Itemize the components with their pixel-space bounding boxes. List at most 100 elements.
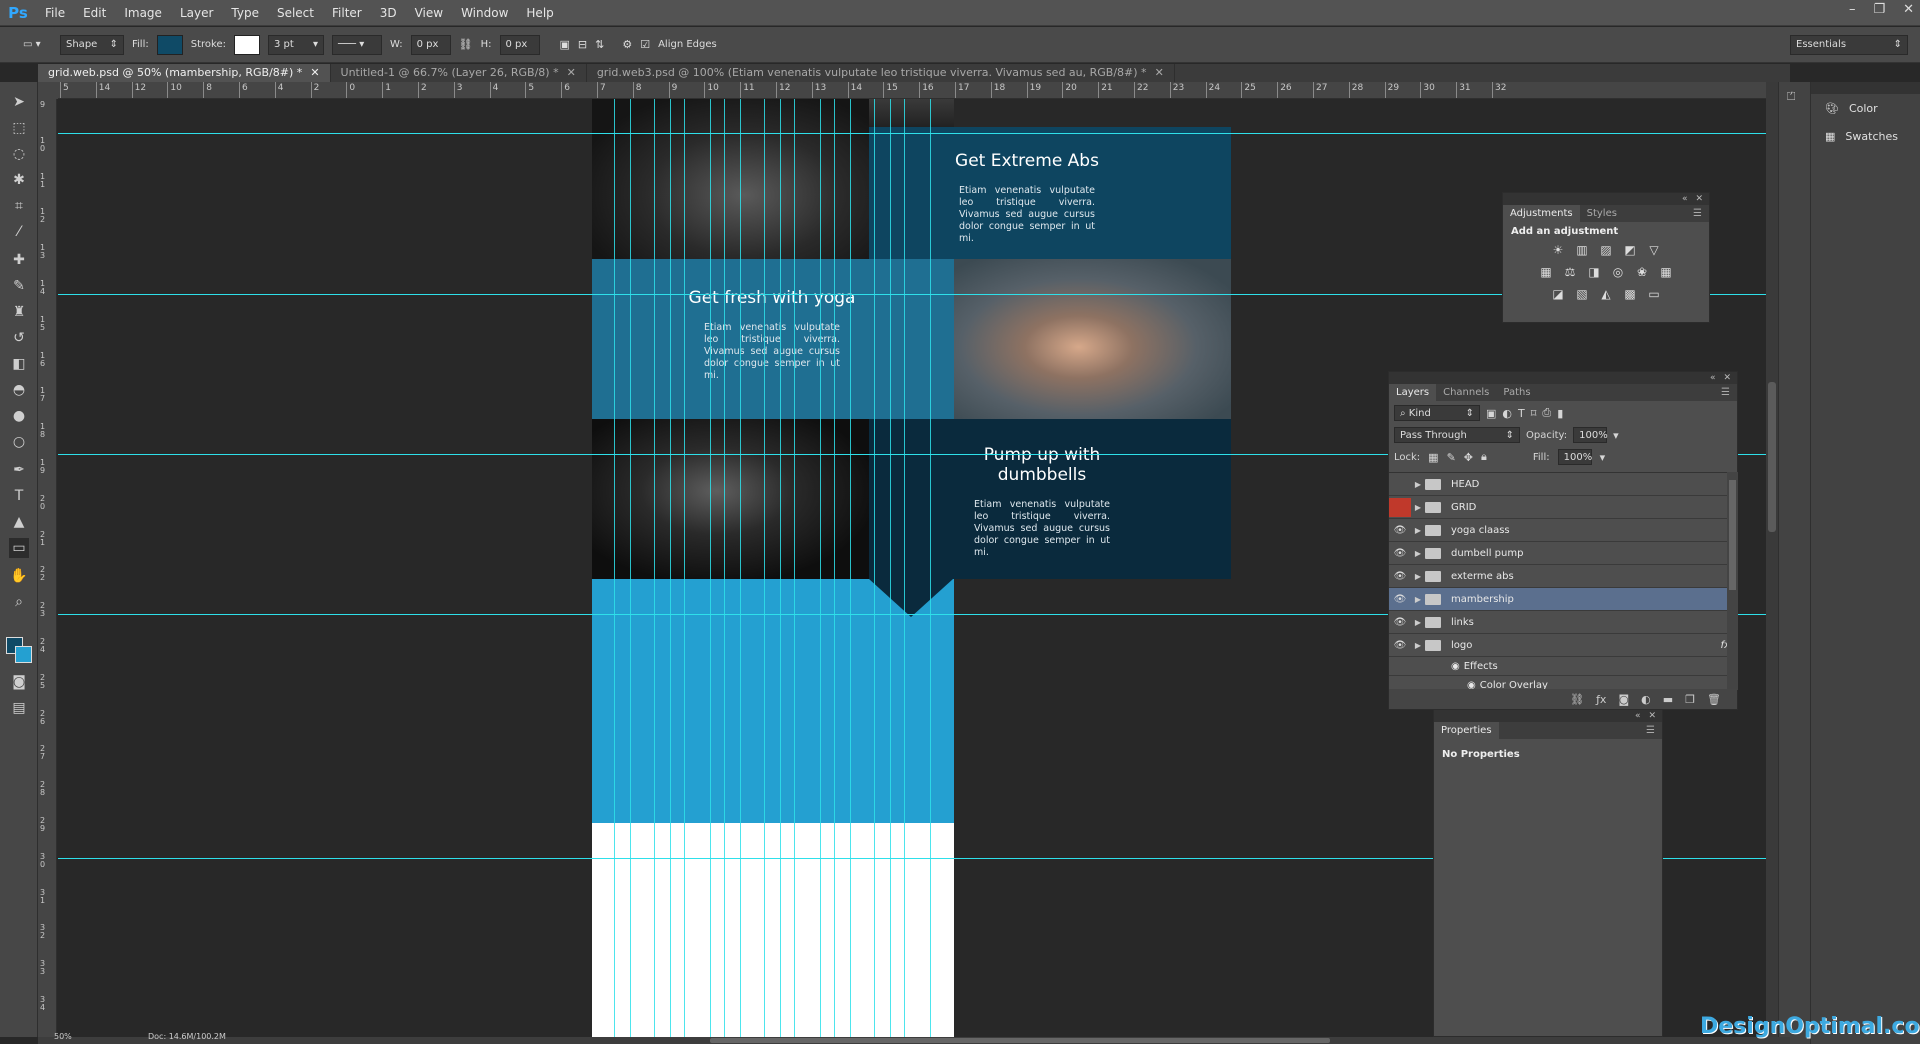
expand-arrow-icon[interactable]: ▶: [1411, 549, 1425, 558]
collapse-icon[interactable]: «: [1635, 710, 1641, 722]
expand-arrow-icon[interactable]: ▶: [1411, 503, 1425, 512]
visibility-toggle-icon[interactable]: 👁︎: [1389, 617, 1411, 628]
layer-row[interactable]: ◉ Effects: [1389, 657, 1727, 676]
layer-row[interactable]: ◉ Color Overlay: [1389, 676, 1727, 691]
hue-saturation-icon[interactable]: ▦: [1538, 265, 1554, 279]
gradient-map-icon[interactable]: ▭: [1646, 287, 1662, 301]
color-lookup-icon[interactable]: ▦: [1658, 265, 1674, 279]
path-selection-tool-icon[interactable]: ▲: [9, 512, 29, 532]
new-group-icon[interactable]: ▬: [1663, 693, 1673, 706]
menu-window[interactable]: Window: [452, 6, 517, 20]
tab-grid-web3[interactable]: grid.web3.psd @ 100% (Etiam venenatis vu…: [587, 64, 1175, 82]
selective-color-icon[interactable]: ▩: [1622, 287, 1638, 301]
height-field[interactable]: 0 px: [499, 34, 540, 55]
marquee-tool-icon[interactable]: ⬚: [9, 118, 29, 138]
filter-kind-select[interactable]: ⌕ Kind ⇕: [1394, 405, 1480, 421]
expand-arrow-icon[interactable]: ▶: [1411, 595, 1425, 604]
healing-brush-tool-icon[interactable]: ✚: [9, 250, 29, 270]
pixel-filter-icon[interactable]: ▣: [1486, 407, 1496, 420]
layer-row[interactable]: ▶ HEAD: [1389, 473, 1727, 496]
magic-wand-tool-icon[interactable]: ✱: [9, 170, 29, 190]
black-white-icon[interactable]: ◨: [1586, 265, 1602, 279]
new-adjustment-icon[interactable]: ◐: [1641, 693, 1651, 706]
tab-paths[interactable]: Paths: [1496, 384, 1537, 401]
fill-dropdown-icon[interactable]: ▾: [1600, 451, 1606, 464]
stroke-swatch[interactable]: [233, 34, 260, 55]
link-layers-icon[interactable]: ⛓: [1570, 693, 1584, 706]
minimize-button[interactable]: –: [1849, 2, 1856, 17]
expand-arrow-icon[interactable]: ▶: [1411, 526, 1425, 535]
hand-tool-icon[interactable]: ✋: [9, 566, 29, 586]
shape-filter-icon[interactable]: ⌑: [1531, 407, 1537, 420]
close-icon[interactable]: ✕: [1648, 710, 1656, 722]
menu-filter[interactable]: Filter: [323, 6, 371, 20]
lock-all-icon[interactable]: 🔒︎: [1481, 450, 1487, 464]
eraser-tool-icon[interactable]: ◧: [9, 354, 29, 374]
scrollbar-thumb[interactable]: [1768, 382, 1776, 532]
path-operations-icon[interactable]: ▣: [560, 38, 570, 51]
zoom-level[interactable]: 50%: [54, 1032, 72, 1041]
document-canvas[interactable]: Get Extreme Abs Etiam venenatis vulputat…: [592, 99, 1231, 1037]
close-icon[interactable]: ✕: [310, 66, 319, 79]
layer-row[interactable]: 👁︎ ▶ exterme abs: [1389, 565, 1727, 588]
screen-mode-icon[interactable]: ▤: [9, 698, 29, 718]
layer-row[interactable]: 👁︎ ▶ mambership: [1389, 588, 1727, 611]
color-balance-icon[interactable]: ⚖: [1562, 265, 1578, 279]
tool-mode-select[interactable]: Shape ⇕: [60, 34, 124, 55]
menu-edit[interactable]: Edit: [74, 6, 115, 20]
panel-menu-icon[interactable]: ☰: [1639, 722, 1662, 739]
filter-toggle-icon[interactable]: ▮: [1557, 407, 1563, 420]
add-mask-icon[interactable]: ◙: [1618, 693, 1629, 706]
menu-help[interactable]: Help: [517, 6, 562, 20]
layer-row[interactable]: 👁︎ ▶ links: [1389, 611, 1727, 634]
type-tool-icon[interactable]: T: [9, 486, 29, 506]
fill-swatch[interactable]: [156, 34, 183, 55]
lasso-tool-icon[interactable]: ◌: [9, 144, 29, 164]
effect-visibility-icon[interactable]: ◉: [1451, 661, 1460, 672]
close-button[interactable]: ✕: [1903, 2, 1914, 17]
visibility-toggle-icon[interactable]: 👁︎: [1389, 594, 1411, 605]
menu-type[interactable]: Type: [222, 6, 268, 20]
lock-pixels-icon[interactable]: ✎: [1447, 451, 1456, 464]
dodge-tool-icon[interactable]: ○: [9, 432, 29, 452]
workspace-select[interactable]: Essentials ⇕: [1790, 34, 1908, 55]
collapse-icon[interactable]: «: [1682, 193, 1688, 205]
restore-button[interactable]: ❐: [1873, 2, 1885, 17]
close-icon[interactable]: ✕: [567, 66, 576, 79]
channel-mixer-icon[interactable]: ❀: [1634, 265, 1650, 279]
tab-untitled-1[interactable]: Untitled-1 @ 66.7% (Layer 26, RGB/8) * ✕: [331, 64, 587, 82]
panel-menu-icon[interactable]: ☰: [1686, 205, 1709, 222]
background-color-swatch[interactable]: [15, 646, 32, 663]
menu-select[interactable]: Select: [268, 6, 323, 20]
clone-stamp-tool-icon[interactable]: ♜: [9, 302, 29, 322]
close-icon[interactable]: ✕: [1695, 193, 1703, 205]
pen-tool-icon[interactable]: ✒: [9, 460, 29, 480]
eyedropper-tool-icon[interactable]: ⁄: [9, 222, 29, 242]
align-edges-checkbox[interactable]: ☑: [640, 38, 650, 51]
menu-3d[interactable]: 3D: [371, 6, 406, 20]
path-arrangement-icon[interactable]: ⇅: [595, 38, 604, 51]
tab-grid-web[interactable]: grid.web.psd @ 50% (mambership, RGB/8#) …: [38, 64, 331, 82]
stroke-width-field[interactable]: 3 pt ▾: [267, 34, 324, 55]
blur-tool-icon[interactable]: ●: [9, 406, 29, 426]
visibility-toggle-icon[interactable]: 👁︎: [1389, 548, 1411, 559]
exposure-icon[interactable]: ◩: [1622, 243, 1638, 257]
rectangle-tool-icon[interactable]: ▭: [9, 538, 29, 558]
expand-arrow-icon[interactable]: ▶: [1411, 572, 1425, 581]
visibility-toggle-icon[interactable]: 👁︎: [1389, 571, 1411, 582]
crop-tool-icon[interactable]: ⌗: [9, 196, 29, 216]
menu-image[interactable]: Image: [115, 6, 171, 20]
quick-mask-icon[interactable]: ◙: [9, 672, 29, 692]
photo-filter-icon[interactable]: ◎: [1610, 265, 1626, 279]
dock-swatches[interactable]: ▦ Swatches: [1811, 122, 1920, 150]
canvas-area[interactable]: Get Extreme Abs Etiam venenatis vulputat…: [58, 99, 1766, 1037]
dock-color[interactable]: 🎨︎ Color: [1811, 94, 1920, 122]
tab-styles[interactable]: Styles: [1580, 205, 1624, 222]
add-style-icon[interactable]: ƒx: [1596, 693, 1606, 706]
blend-mode-select[interactable]: Pass Through ⇕: [1394, 427, 1520, 443]
brush-tool-icon[interactable]: ✎: [9, 276, 29, 296]
expand-arrow-icon[interactable]: ▶: [1411, 480, 1425, 489]
canvas-scrollbar-vertical[interactable]: [1766, 82, 1778, 1037]
layer-row[interactable]: 👁︎ ▶ dumbell pump: [1389, 542, 1727, 565]
posterize-icon[interactable]: ▧: [1574, 287, 1590, 301]
